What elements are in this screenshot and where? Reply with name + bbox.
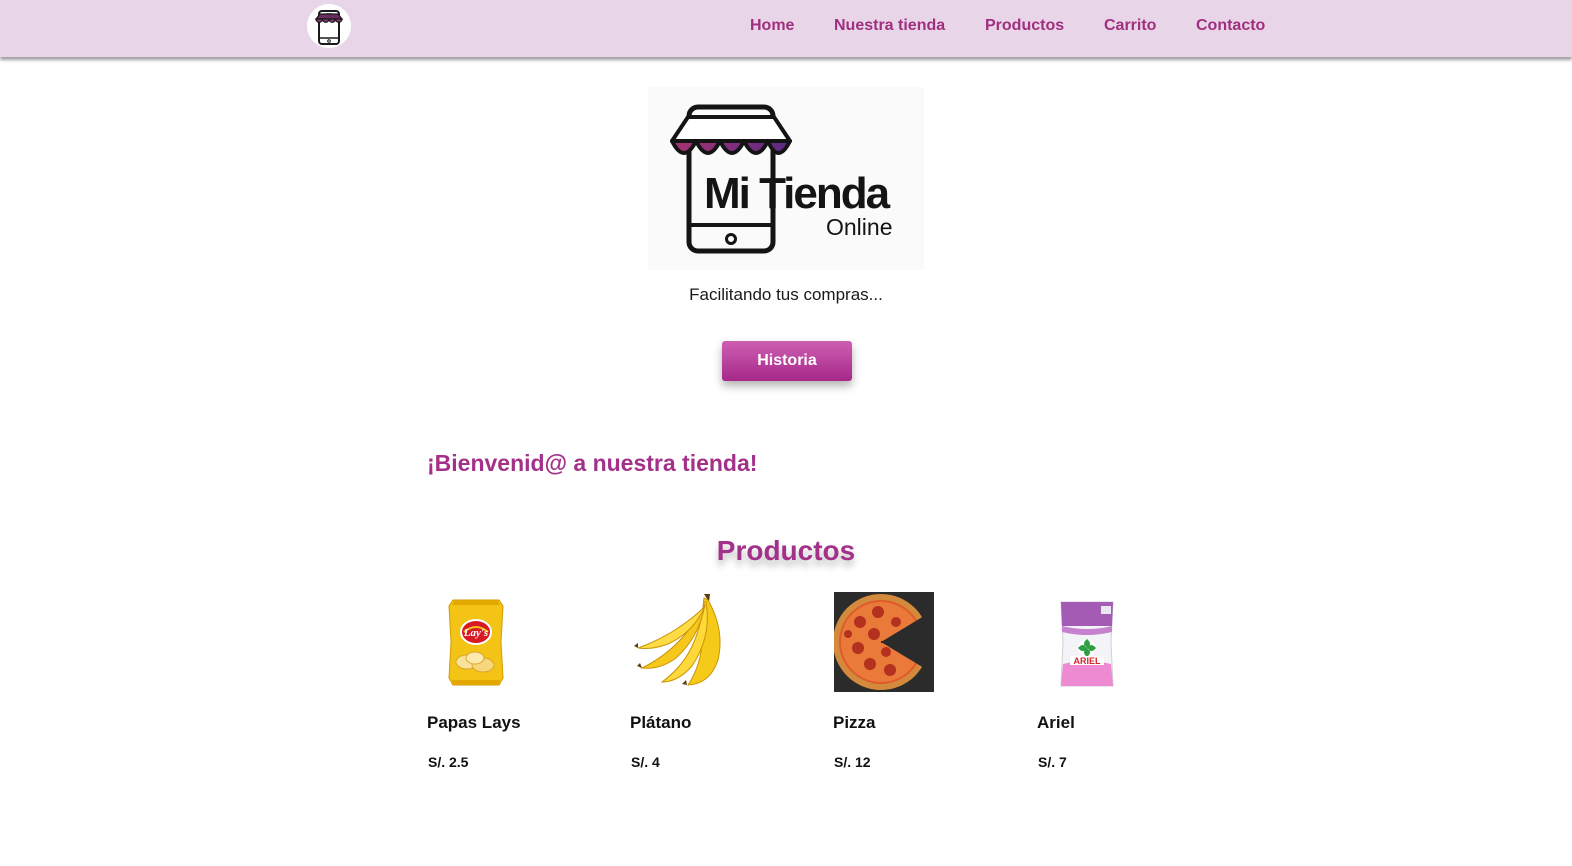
tagline: Facilitando tus compras... [689, 285, 883, 304]
chips-bag-image: Lay's [427, 592, 527, 692]
pizza-image [833, 592, 934, 692]
welcome-heading: ¡Bienvenid@ a nuestra tienda! [427, 450, 758, 476]
nav-link-contacto[interactable]: Contacto [1196, 17, 1265, 35]
product-name: Pizza [833, 713, 876, 732]
nav-link-productos[interactable]: Productos [985, 17, 1064, 35]
nav-link-nuestra-tienda[interactable]: Nuestra tienda [834, 17, 945, 35]
product-card[interactable]: ARIEL Ariel S/. 7 [1037, 592, 1207, 782]
historia-button[interactable]: Historia [722, 341, 852, 381]
product-name: Ariel [1037, 713, 1075, 732]
svg-text:ARIEL: ARIEL [1074, 656, 1102, 666]
product-price: S/. 12 [834, 754, 871, 770]
product-card[interactable]: Pizza S/. 12 [833, 592, 1003, 782]
products-heading: Productos [716, 535, 856, 566]
product-card[interactable]: Plátano S/. 4 [630, 592, 800, 782]
svg-text:Lay's: Lay's [463, 627, 488, 639]
store-phone-icon[interactable] [307, 4, 351, 48]
navbar: Home Nuestra tienda Productos Carrito Co… [0, 0, 1572, 57]
product-price: S/. 7 [1038, 754, 1067, 770]
product-card[interactable]: Lay's Papas Lays S/. 2.5 [427, 592, 597, 782]
detergent-bag-image: ARIEL [1037, 592, 1137, 692]
banana-image [630, 592, 730, 692]
product-price: S/. 2.5 [428, 754, 469, 770]
nav-link-home[interactable]: Home [750, 17, 794, 35]
product-name: Papas Lays [427, 713, 521, 732]
nav-link-carrito[interactable]: Carrito [1104, 17, 1156, 35]
product-name: Plátano [630, 713, 692, 732]
product-price: S/. 4 [631, 754, 660, 770]
brand-subtitle: Online [826, 214, 893, 240]
brand-name: Mi Tienda [704, 169, 890, 218]
